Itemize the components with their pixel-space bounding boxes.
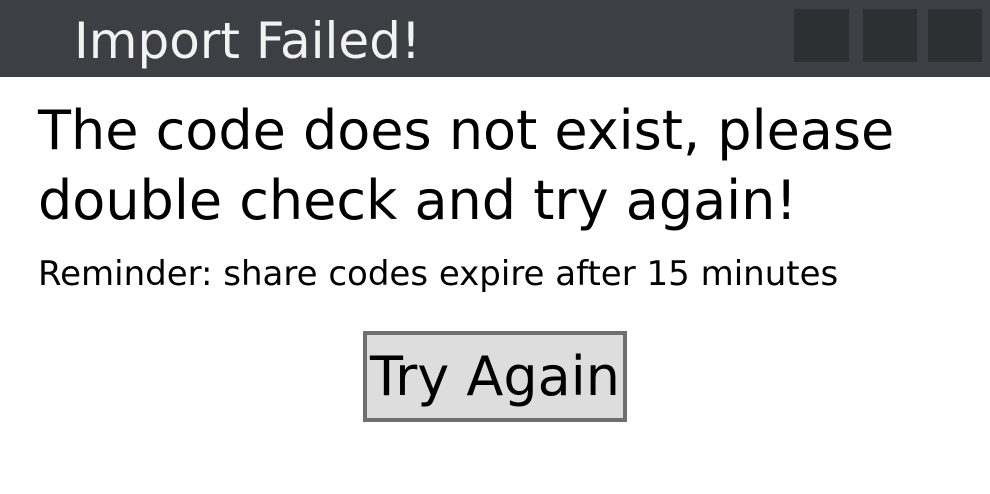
reminder-text: Reminder: share codes expire after 15 mi…: [38, 254, 839, 294]
error-message: The code does not exist, please double c…: [38, 99, 895, 232]
title-bar: Import Failed!: [0, 0, 990, 77]
window-title: Import Failed!: [74, 12, 421, 70]
maximize-button[interactable]: [863, 9, 917, 62]
minimize-button[interactable]: [794, 9, 849, 62]
close-button[interactable]: [928, 9, 982, 62]
try-again-button[interactable]: Try Again: [363, 331, 627, 422]
